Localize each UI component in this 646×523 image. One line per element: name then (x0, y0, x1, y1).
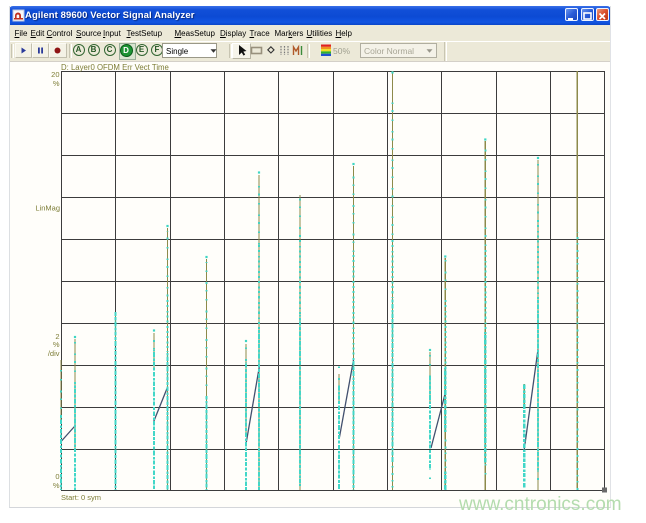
svg-text:%: % (53, 340, 60, 349)
svg-text:0: 0 (55, 472, 59, 481)
svg-text:/div: /div (48, 349, 60, 358)
svg-text:20: 20 (51, 70, 59, 79)
svg-text:%: % (53, 79, 60, 88)
svg-text:Start: 0 sym: Start: 0 sym (61, 493, 101, 502)
svg-text:%: % (53, 481, 60, 490)
svg-text:D: Layer0 OFDM Err Vect Time: D: Layer0 OFDM Err Vect Time (61, 63, 169, 72)
svg-text:LinMag: LinMag (35, 204, 60, 213)
